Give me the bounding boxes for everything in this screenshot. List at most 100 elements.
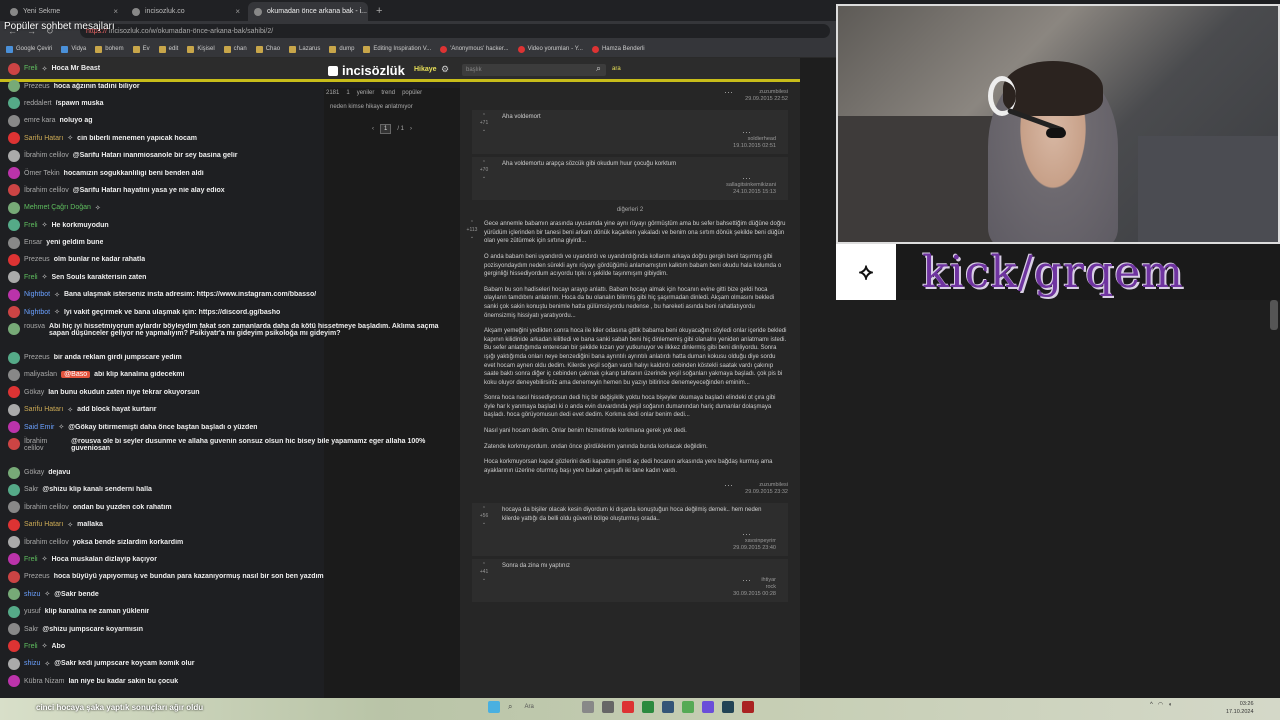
entry-author[interactable]: sallagitsinkemikizani [502, 175, 776, 189]
bookmark-item[interactable]: Vidya [61, 45, 86, 53]
avatar[interactable] [8, 588, 20, 601]
chevron-up-icon[interactable]: ^ [1150, 702, 1153, 708]
chat-username[interactable]: Freli [24, 222, 38, 229]
avatar[interactable] [8, 368, 20, 381]
task-view-icon[interactable] [581, 701, 594, 713]
bookmark-item[interactable]: Hamza Benderli [591, 45, 645, 53]
url-input[interactable]: https:// incisozluk.co/w/okumadan-önce-a… [80, 24, 830, 38]
more-options-icon[interactable]: ··· [742, 174, 751, 183]
chat-username[interactable]: reddalert [24, 100, 52, 107]
avatar[interactable] [8, 62, 20, 75]
entry-date[interactable]: 19.10.2015 02:51 [502, 143, 776, 150]
avatar[interactable] [8, 605, 20, 618]
chat-username[interactable]: Sarifu Hatarı [24, 406, 63, 413]
upvote-icon[interactable]: ⌃ [466, 220, 478, 227]
chat-username[interactable]: Freli [24, 274, 38, 281]
downvote-icon[interactable]: ⌄ [478, 520, 490, 527]
chat-username[interactable]: emre kara [24, 117, 56, 124]
entry-date[interactable]: 29.09.2015 22:52 [484, 96, 788, 103]
upvote-icon[interactable]: ⌃ [478, 113, 490, 120]
vote-controls[interactable]: ⌃ +41 ⌄ [478, 562, 490, 583]
vote-controls[interactable]: ⌃ +70 ⌄ [478, 160, 490, 181]
downvote-icon[interactable]: ⌄ [466, 234, 478, 241]
upvote-icon[interactable]: ⌃ [478, 506, 490, 513]
bookmark-item[interactable]: edit [158, 45, 178, 53]
chat-username[interactable]: Freli [24, 65, 38, 72]
chat-username[interactable]: Sarifu Hatarı [24, 135, 63, 142]
downvote-icon[interactable]: ⌄ [478, 127, 490, 134]
upvote-icon[interactable]: ⌃ [478, 562, 490, 569]
chat-username[interactable]: İbrahim celilov [24, 152, 69, 159]
entry-author[interactable]: zuzumbilesi [484, 89, 788, 96]
downvote-icon[interactable]: ⌄ [478, 174, 490, 181]
avatar[interactable] [8, 536, 20, 549]
avatar[interactable] [8, 437, 20, 450]
chat-username[interactable]: Prezeus [24, 83, 50, 90]
avatar[interactable] [8, 623, 20, 636]
bookmark-item[interactable]: Kişisel [187, 45, 215, 53]
start-icon[interactable] [488, 701, 500, 713]
avatar[interactable] [8, 640, 20, 653]
avatar[interactable] [8, 167, 20, 180]
search-button[interactable]: ara [612, 66, 621, 72]
bookmark-item[interactable]: chan [223, 45, 247, 53]
bookmark-item[interactable]: Video yorumları - Y... [517, 45, 583, 53]
clock[interactable]: 03:26 17.10.2024 [1226, 700, 1254, 716]
chat-username[interactable]: Ömer Tekin [24, 170, 60, 177]
chat-username[interactable]: Sakr [24, 486, 38, 493]
entry-date[interactable]: 29.09.2015 23:32 [484, 489, 788, 496]
chat-username[interactable]: maliyaslan [24, 371, 57, 378]
avatar[interactable] [8, 97, 20, 110]
app-icon[interactable] [641, 701, 654, 713]
chat-username[interactable]: shizu [24, 591, 40, 598]
chat-username[interactable]: Nightbot [24, 309, 50, 316]
avatar[interactable] [8, 675, 20, 688]
avatar[interactable] [8, 483, 20, 496]
avatar[interactable] [8, 501, 20, 514]
entry-date[interactable]: 29.09.2015 23:40 [502, 545, 776, 552]
taskbar-search[interactable]: Ara [524, 704, 533, 710]
chat-username[interactable]: Prezeus [24, 256, 50, 263]
chat-username[interactable]: Gökay [24, 469, 44, 476]
discord-icon[interactable] [701, 701, 714, 713]
bookmark-item[interactable]: Lazarus [289, 45, 320, 53]
wifi-icon[interactable]: ◠ [1158, 701, 1163, 708]
chat-username[interactable]: Said Emir [24, 424, 54, 431]
bookmark-item[interactable]: 'Anonymous' hacker... [440, 45, 509, 53]
avatar[interactable] [8, 201, 20, 214]
avatar[interactable] [8, 518, 20, 531]
search-icon[interactable]: ⌕ [596, 63, 601, 74]
new-tab-icon[interactable]: + [370, 5, 388, 17]
avatar[interactable] [8, 657, 20, 670]
more-options-icon[interactable]: ··· [742, 529, 751, 538]
chat-username[interactable]: Freli [24, 643, 38, 650]
app-icon[interactable] [681, 701, 694, 713]
upvote-icon[interactable]: ⌃ [478, 160, 490, 167]
chat-username[interactable]: İbrahim celilov [24, 438, 67, 452]
chat-username[interactable]: Gökay [24, 389, 44, 396]
avatar[interactable] [8, 114, 20, 127]
entry-author[interactable]: zuzumbilesi [484, 482, 788, 489]
chat-username[interactable]: Ensar [24, 239, 42, 246]
avatar[interactable] [8, 132, 20, 145]
chat-username[interactable]: Sakr [24, 626, 38, 633]
avatar[interactable] [8, 553, 20, 566]
bookmark-item[interactable]: dump [329, 45, 354, 53]
vote-controls[interactable]: ⌃ +113 ⌄ [466, 220, 478, 241]
chat-username[interactable]: Sarifu Hatarı [24, 521, 63, 528]
entry-author[interactable]: soldierhead [502, 129, 776, 143]
avatar[interactable] [8, 403, 20, 416]
bookmark-item[interactable]: Ev [132, 45, 150, 53]
vote-controls[interactable]: ⌃ +56 ⌄ [478, 506, 490, 527]
chat-username[interactable]: Mehmet Çağrı Doğan [24, 204, 91, 211]
avatar[interactable] [8, 322, 20, 335]
close-icon[interactable]: × [113, 7, 118, 16]
browser-tab[interactable]: incisozluk.co × [126, 2, 246, 21]
chat-username[interactable]: İbrahim celilov [24, 539, 69, 546]
chrome-icon[interactable] [621, 701, 634, 713]
avatar[interactable] [8, 219, 20, 232]
entry-date[interactable]: 30.09.2015 00:28 [502, 591, 776, 598]
browser-tab[interactable]: Yeni Sekme × [4, 2, 124, 21]
more-options-icon[interactable]: ··· [742, 576, 751, 585]
avatar[interactable] [8, 421, 20, 434]
